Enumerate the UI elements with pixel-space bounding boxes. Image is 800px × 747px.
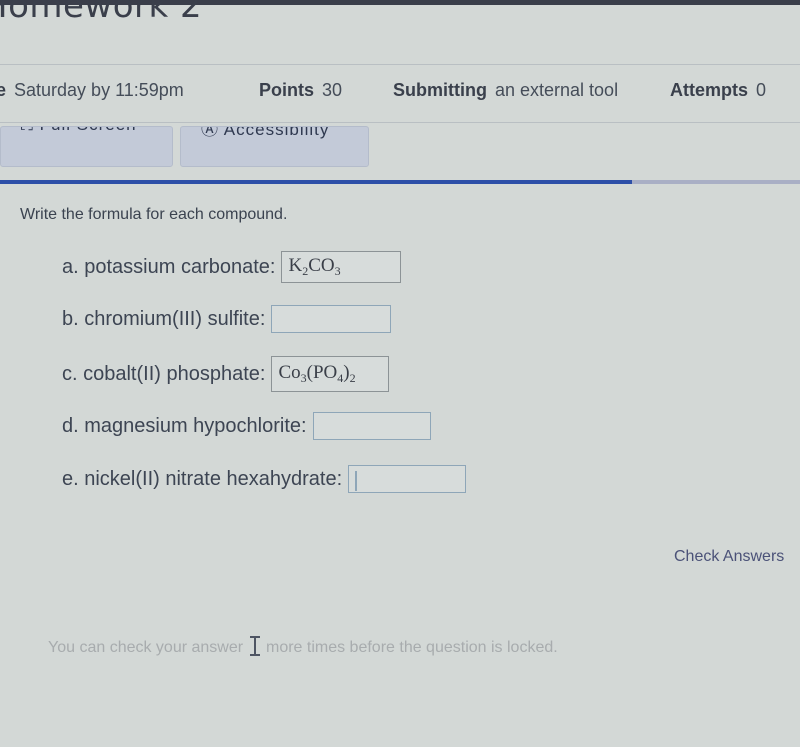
full-screen-label: ⛶ Full Screen: [21, 127, 137, 135]
accessibility-button[interactable]: Ⓐ Accessibility: [180, 126, 369, 167]
note-text-after: more times before the question is locked…: [265, 639, 558, 656]
points-meta: Points 30: [259, 80, 342, 101]
progress-bar: [0, 180, 800, 184]
answer-input-e[interactable]: [348, 465, 467, 493]
due-value: Saturday by 11:59pm: [14, 80, 184, 100]
question-item-a: a. potassium carbonate: K2CO3: [62, 251, 402, 283]
question-item-c: c. cobalt(II) phosphate: Co3(PO4)2: [62, 356, 390, 392]
divider: [0, 122, 800, 123]
accessibility-icon: Ⓐ: [201, 126, 224, 139]
progress-fill: [0, 180, 632, 184]
answer-value: Co3(PO4)2: [278, 362, 356, 385]
ibeam-cursor-icon: [249, 636, 260, 656]
question-label: e. nickel(II) nitrate hexahydrate:: [62, 467, 343, 490]
answer-input-b[interactable]: [271, 305, 392, 333]
question-item-b: b. chromium(III) sulfite:: [62, 305, 392, 333]
submitting-label: Submitting: [393, 80, 487, 100]
accessibility-label: Ⓐ Accessibility: [201, 126, 329, 140]
points-value: 30: [322, 80, 343, 100]
answer-input-a[interactable]: K2CO3: [281, 251, 402, 283]
question-item-d: d. magnesium hypochlorite:: [62, 412, 431, 440]
divider: [0, 64, 800, 65]
question-label: b. chromium(III) sulfite:: [62, 307, 266, 330]
question-label: c. cobalt(II) phosphate:: [62, 362, 266, 385]
question-item-e: e. nickel(II) nitrate hexahydrate:: [62, 465, 467, 493]
attempts-meta: Attempts 0: [670, 80, 766, 101]
points-label: Points: [259, 80, 315, 100]
submitting-value: an external tool: [494, 80, 619, 100]
question-label: d. magnesium hypochlorite:: [62, 414, 307, 437]
question-label: a. potassium carbonate:: [62, 255, 276, 278]
page-title: Homework 2: [0, 0, 203, 26]
text-cursor: [355, 471, 358, 491]
attempts-label: Attempts: [670, 80, 749, 100]
answer-input-d[interactable]: [312, 412, 431, 440]
submitting-meta: Submitting an external tool: [393, 80, 618, 101]
question-instruction: Write the formula for each compound.: [20, 206, 288, 223]
answer-value: K2CO3: [288, 255, 341, 278]
due-label: Due: [0, 80, 7, 100]
full-screen-button[interactable]: ⛶ Full Screen: [0, 126, 173, 167]
full-screen-icon: ⛶: [21, 127, 40, 134]
answer-input-c[interactable]: Co3(PO4)2: [271, 356, 390, 392]
note-text-before: You can check your answer: [48, 639, 244, 656]
attempts-remaining-note: You can check your answer more times bef…: [48, 636, 558, 657]
check-answers-button[interactable]: Check Answers: [674, 548, 784, 566]
assignment-meta: Due Saturday by 11:59pm Points 30 Submitti…: [0, 80, 800, 108]
attempts-value: 0: [756, 80, 767, 100]
due-meta: Due Saturday by 11:59pm: [0, 80, 184, 101]
